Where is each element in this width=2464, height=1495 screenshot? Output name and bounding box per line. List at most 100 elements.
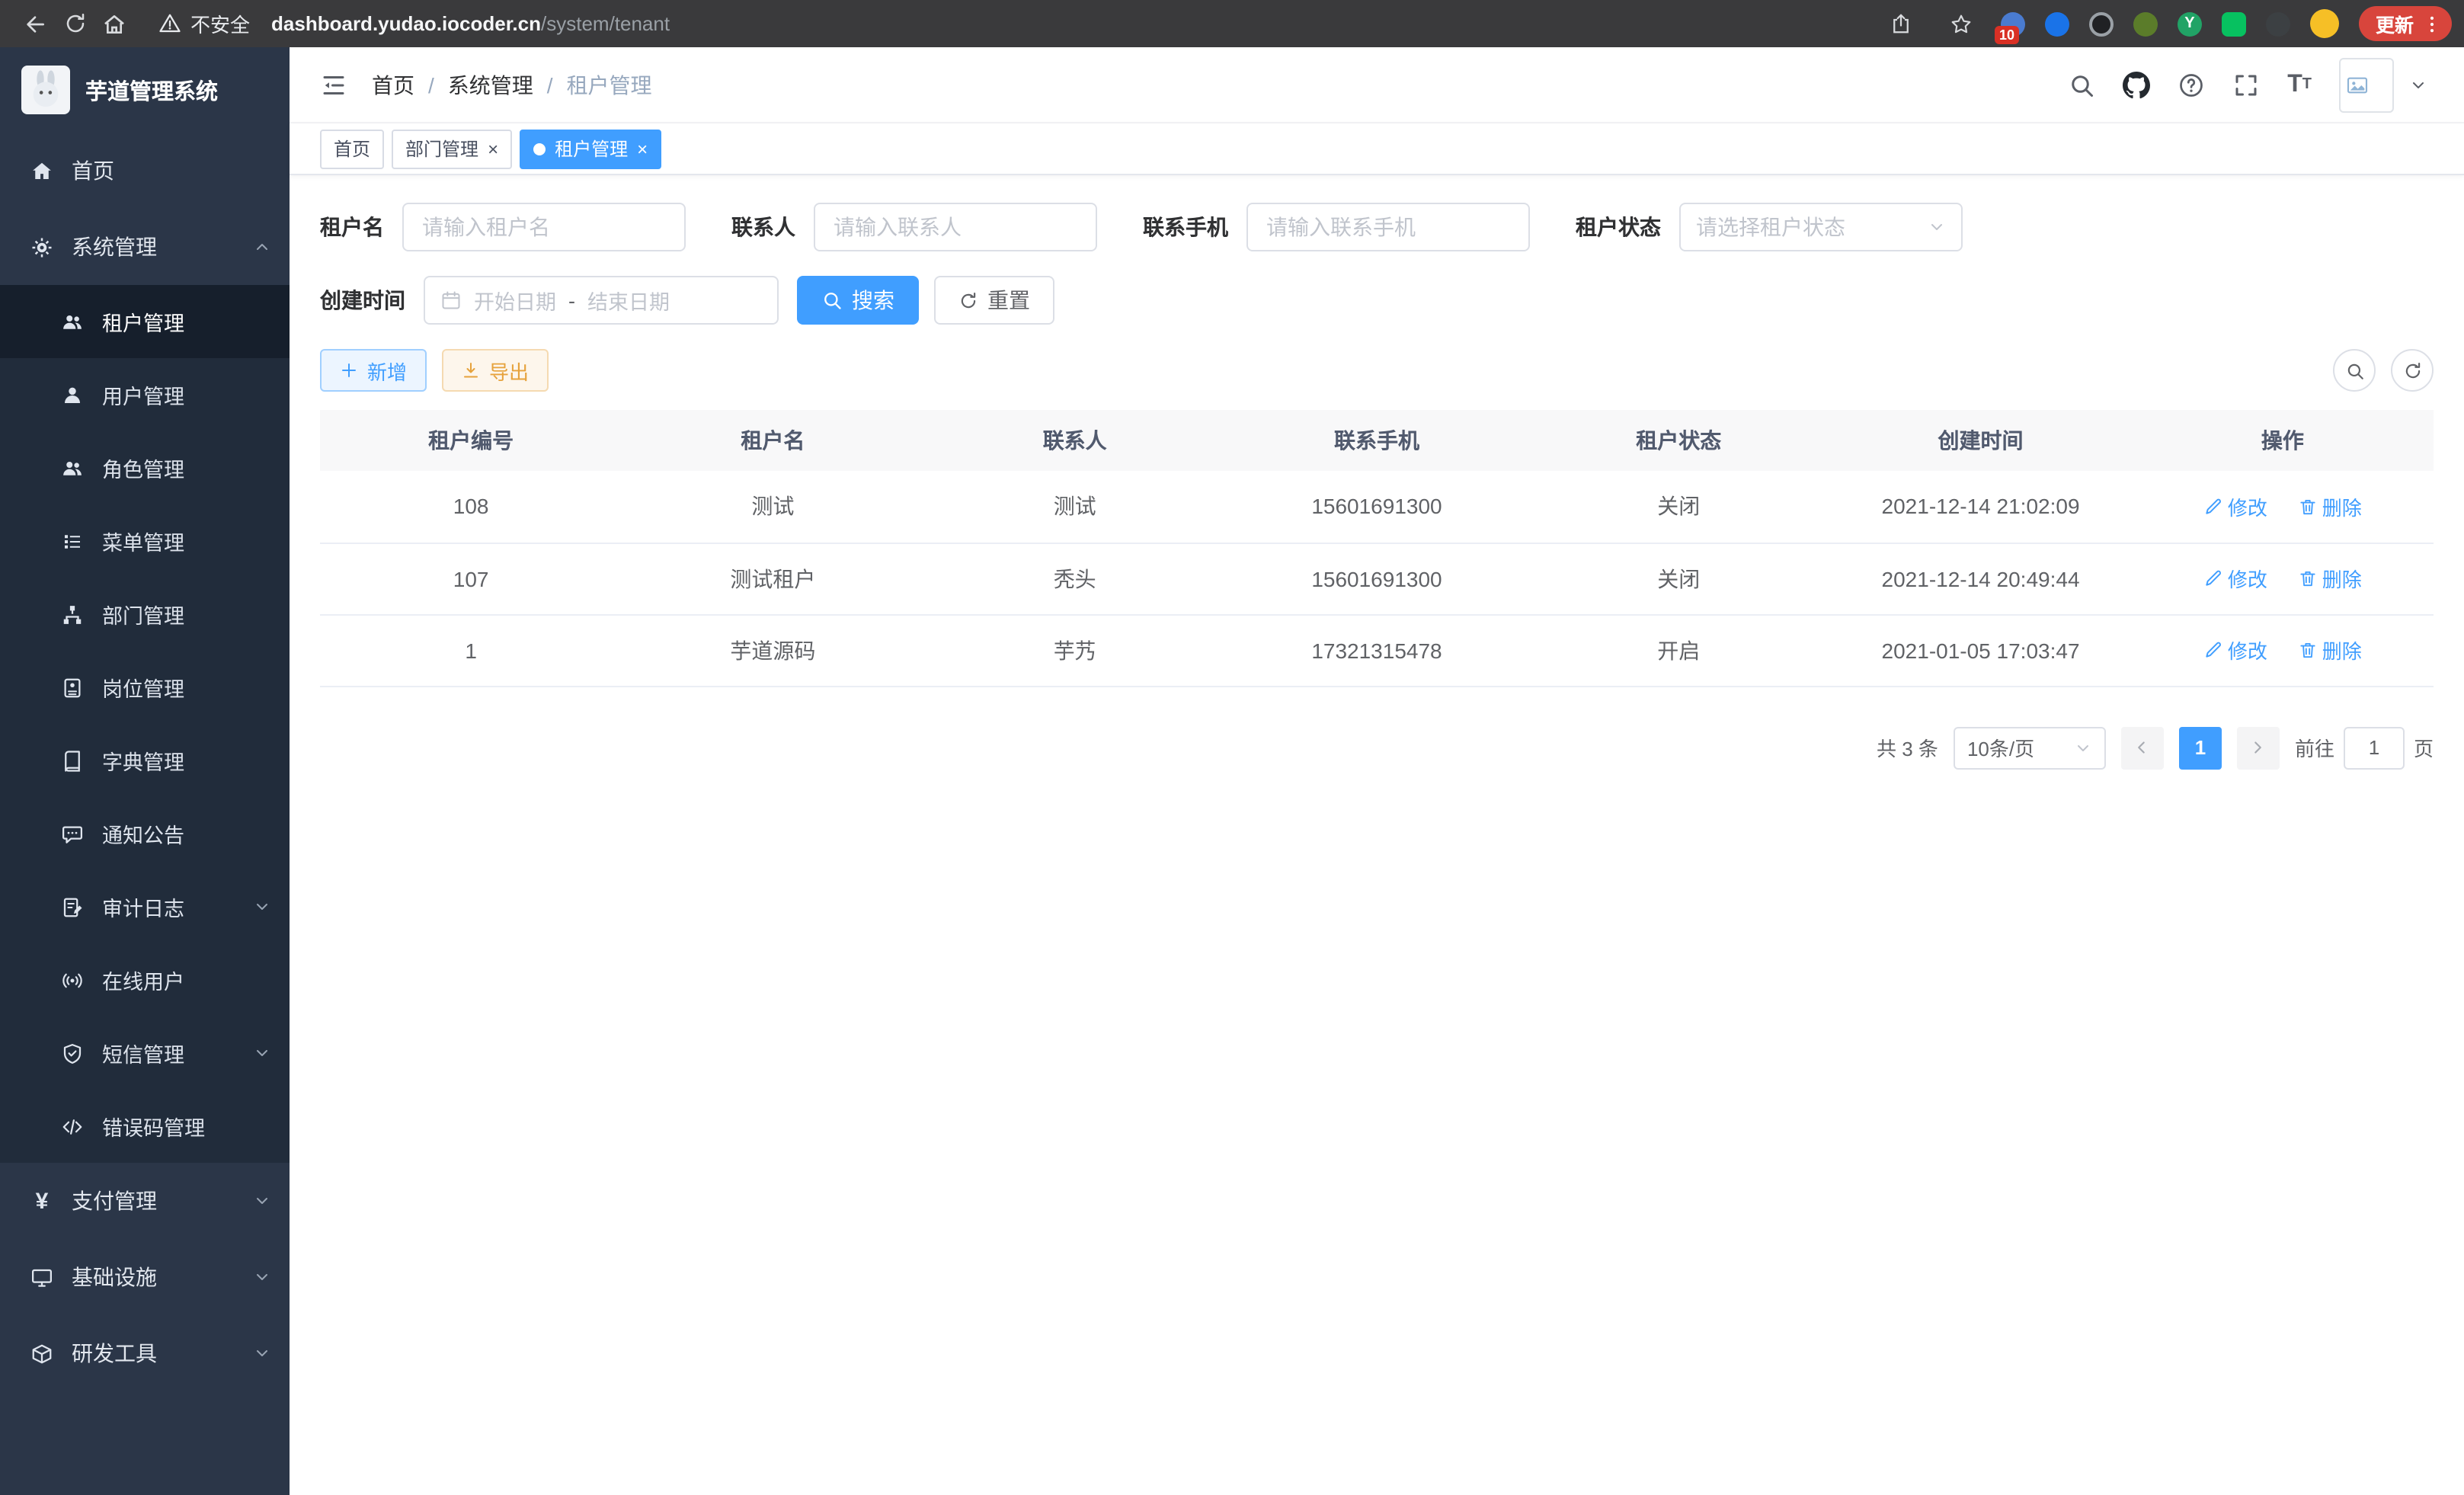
contact-input-wrap xyxy=(814,203,1097,251)
extension-icon[interactable] xyxy=(2222,11,2246,36)
delete-button[interactable]: 删除 xyxy=(2298,564,2362,593)
extension-icon[interactable]: Y xyxy=(2178,11,2202,36)
col-contact: 联系人 xyxy=(924,410,1226,471)
calendar-icon xyxy=(440,290,462,311)
browser-reload-icon[interactable] xyxy=(55,4,94,43)
infrastructure-icon xyxy=(30,1266,53,1289)
extension-icon[interactable] xyxy=(2089,11,2114,36)
extension-icon[interactable] xyxy=(2045,11,2069,36)
reset-button[interactable]: 重置 xyxy=(934,276,1054,325)
tag-department[interactable]: 部门管理 × xyxy=(392,129,512,168)
avatar[interactable] xyxy=(2339,57,2394,112)
search-button[interactable]: 搜索 xyxy=(797,276,919,325)
next-page-button[interactable] xyxy=(2237,726,2280,769)
fullscreen-icon[interactable] xyxy=(2232,71,2260,98)
sidebar-item-post[interactable]: 岗位管理 xyxy=(0,651,290,724)
status-select[interactable]: 请选择租户状态 xyxy=(1679,203,1963,251)
sidebar-item-payment[interactable]: ¥ 支付管理 xyxy=(0,1163,290,1239)
tenant-name-input[interactable] xyxy=(419,213,669,241)
edit-button[interactable]: 修改 xyxy=(2203,564,2267,593)
sidebar-collapse-icon[interactable] xyxy=(320,71,347,98)
tenant-name-input-wrap xyxy=(402,203,686,251)
delete-button[interactable]: 删除 xyxy=(2298,635,2362,664)
dev-tools-icon xyxy=(30,1342,53,1365)
security-chip[interactable]: 不安全 xyxy=(158,9,250,38)
address-bar[interactable]: dashboard.yudao.iocoder.cn/system/tenant xyxy=(271,12,1882,35)
delete-button[interactable]: 删除 xyxy=(2298,492,2362,521)
kebab-menu-icon[interactable] xyxy=(2421,13,2443,34)
edit-button[interactable]: 修改 xyxy=(2203,635,2267,664)
audit-log-icon xyxy=(61,895,84,918)
sidebar-item-user[interactable]: 用户管理 xyxy=(0,358,290,431)
browser-back-icon[interactable] xyxy=(15,4,55,43)
chevron-down-icon xyxy=(2074,738,2092,757)
sidebar-item-system[interactable]: 系统管理 xyxy=(0,209,290,285)
page-unit-label: 页 xyxy=(2414,733,2434,762)
tag-tenant[interactable]: 租户管理 × xyxy=(520,129,661,168)
app-frame: 芋道管理系统 首页 系统管理 租户管理 xyxy=(0,47,2464,1495)
sidebar-item-home[interactable]: 首页 xyxy=(0,133,290,209)
github-icon[interactable] xyxy=(2123,71,2150,98)
tag-home[interactable]: 首页 xyxy=(320,129,384,168)
header-actions: TT xyxy=(2068,57,2427,112)
chevron-down-icon xyxy=(253,1268,271,1286)
mobile-input[interactable] xyxy=(1263,213,1513,241)
sidebar-item-menu[interactable]: 菜单管理 xyxy=(0,504,290,578)
prev-page-button[interactable] xyxy=(2121,726,2164,769)
add-button[interactable]: 新增 xyxy=(320,349,427,392)
contact-label: 联系人 xyxy=(731,212,795,242)
sidebar-item-infrastructure[interactable]: 基础设施 xyxy=(0,1239,290,1315)
extension-icon[interactable] xyxy=(2266,11,2290,36)
close-icon[interactable]: × xyxy=(637,139,648,158)
breadcrumb-system[interactable]: 系统管理 xyxy=(448,69,533,100)
extension-icon[interactable] xyxy=(2133,11,2158,36)
edit-button[interactable]: 修改 xyxy=(2203,492,2267,521)
font-size-icon[interactable]: TT xyxy=(2287,72,2312,97)
sidebar-item-notice[interactable]: 通知公告 xyxy=(0,797,290,870)
browser-actions: 10 Y 更新 xyxy=(1882,4,2452,43)
page-size-select[interactable]: 10条/页 xyxy=(1954,726,2106,769)
notice-icon xyxy=(61,822,84,845)
sidebar-item-dev-tools[interactable]: 研发工具 xyxy=(0,1315,290,1391)
create-time-range-picker[interactable]: 开始日期 - 结束日期 xyxy=(424,276,779,325)
browser-update-button[interactable]: 更新 xyxy=(2359,6,2452,41)
sidebar-item-department[interactable]: 部门管理 xyxy=(0,578,290,651)
close-icon[interactable]: × xyxy=(488,139,498,158)
sidebar-item-error-code[interactable]: 错误码管理 xyxy=(0,1090,290,1163)
sidebar-item-dictionary[interactable]: 字典管理 xyxy=(0,724,290,797)
col-actions: 操作 xyxy=(2132,410,2434,471)
filter-row-2: 创建时间 开始日期 - 结束日期 搜索 重置 xyxy=(320,276,2434,325)
goto-page-input[interactable] xyxy=(2344,726,2405,769)
sidebar-item-online-users[interactable]: 在线用户 xyxy=(0,943,290,1016)
edit-icon xyxy=(2203,497,2223,517)
export-button[interactable]: 导出 xyxy=(442,349,549,392)
sidebar-item-audit-log[interactable]: 审计日志 xyxy=(0,870,290,943)
search-icon xyxy=(821,290,843,311)
sidebar: 芋道管理系统 首页 系统管理 租户管理 xyxy=(0,47,290,1495)
bookmark-star-icon[interactable] xyxy=(1941,4,1981,43)
breadcrumb-home[interactable]: 首页 xyxy=(372,69,414,100)
edit-icon xyxy=(2203,640,2223,660)
trash-icon xyxy=(2298,568,2318,588)
chevron-down-icon xyxy=(253,898,271,916)
sidebar-item-role[interactable]: 角色管理 xyxy=(0,431,290,504)
page-number-1[interactable]: 1 xyxy=(2179,726,2222,769)
contact-input[interactable] xyxy=(830,213,1080,241)
app-title: 芋道管理系统 xyxy=(85,74,218,106)
refresh-table-button[interactable] xyxy=(2391,349,2434,392)
browser-home-icon[interactable] xyxy=(94,4,134,43)
table-row: 107 测试租户 秃头 15601691300 关闭 2021-12-14 20… xyxy=(320,543,2434,614)
refresh-icon xyxy=(958,290,978,310)
menu-list-icon xyxy=(61,530,84,552)
extension-icon[interactable]: 10 xyxy=(2001,11,2025,36)
toggle-search-button[interactable] xyxy=(2333,349,2376,392)
sidebar-item-sms[interactable]: 短信管理 xyxy=(0,1016,290,1090)
share-icon[interactable] xyxy=(1882,4,1922,43)
user-menu-caret-icon[interactable] xyxy=(2409,75,2427,94)
app-logo[interactable]: 芋道管理系统 xyxy=(0,47,290,133)
sidebar-item-tenant[interactable]: 租户管理 xyxy=(0,285,290,358)
search-icon[interactable] xyxy=(2068,71,2095,98)
browser-profile-avatar[interactable] xyxy=(2310,9,2339,38)
col-tenant-name: 租户名 xyxy=(622,410,923,471)
help-icon[interactable] xyxy=(2178,71,2205,98)
